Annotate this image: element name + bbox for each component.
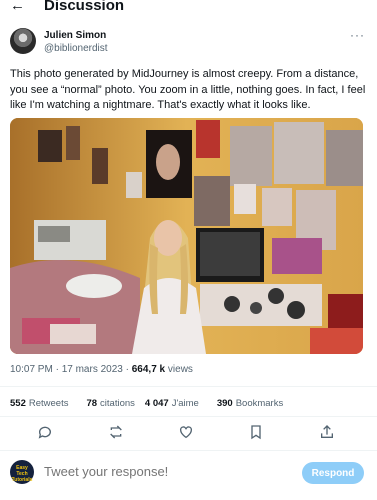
divider xyxy=(0,450,377,451)
retweets-label: Retweets xyxy=(28,398,69,409)
author-name[interactable]: Julien Simon xyxy=(44,30,106,41)
bedroom-photo xyxy=(10,118,363,354)
bookmarks-stat[interactable]: 390 Bookmarks xyxy=(217,398,283,409)
tweet-author: Julien Simon @biblionerdist ··· xyxy=(10,28,367,58)
top-header: ← Discussion xyxy=(0,0,377,18)
page-title: Discussion xyxy=(44,0,125,14)
respond-button[interactable]: Respond xyxy=(302,462,364,484)
tweet-text: This photo generated by MidJourney is al… xyxy=(10,68,366,111)
quotes-stat[interactable]: 78 citations xyxy=(86,398,134,409)
divider xyxy=(0,386,377,387)
tweet-image[interactable] xyxy=(10,118,363,354)
quotes-count: 78 xyxy=(86,398,98,409)
bookmark-icon[interactable] xyxy=(248,424,266,442)
tweet-date[interactable]: 17 mars 2023 xyxy=(62,364,123,375)
reply-icon[interactable] xyxy=(37,424,55,442)
share-icon[interactable] xyxy=(319,424,337,442)
user-avatar[interactable]: Easy Tech Tutorials xyxy=(10,460,34,484)
likes-count: 4 047 xyxy=(144,398,169,409)
author-handle[interactable]: @biblionerdist xyxy=(44,43,108,54)
tweet-stats: 552 Retweets 78 citations 4 047 J'aime 390 B… xyxy=(10,398,283,409)
retweet-icon[interactable] xyxy=(108,424,126,442)
tweet-actions xyxy=(0,424,377,446)
likes-label: J'aime xyxy=(171,398,199,409)
like-icon[interactable] xyxy=(178,424,196,442)
quotes-label: citations xyxy=(100,398,135,409)
bookmarks-label: Bookmarks xyxy=(235,398,284,409)
retweets-stat[interactable]: 552 Retweets xyxy=(10,398,68,409)
tweet-time[interactable]: 10:07 PM xyxy=(10,364,53,375)
views-label: views xyxy=(167,364,193,375)
reply-composer: Easy Tech Tutorials Respond xyxy=(0,455,377,495)
divider xyxy=(0,416,377,417)
more-horizontal-icon[interactable]: ··· xyxy=(350,28,365,42)
bookmarks-count: 390 xyxy=(216,398,233,409)
views-count: 664,7 k xyxy=(131,364,166,375)
tweet-meta: 10:07 PM · 17 mars 2023 · 664,7 k views xyxy=(10,364,193,375)
likes-stat[interactable]: 4 047 J'aime xyxy=(145,398,199,409)
avatar[interactable] xyxy=(10,28,36,54)
retweets-count: 552 xyxy=(10,398,26,409)
reply-input[interactable] xyxy=(44,464,264,479)
arrow-left-icon[interactable]: ← xyxy=(10,0,25,14)
